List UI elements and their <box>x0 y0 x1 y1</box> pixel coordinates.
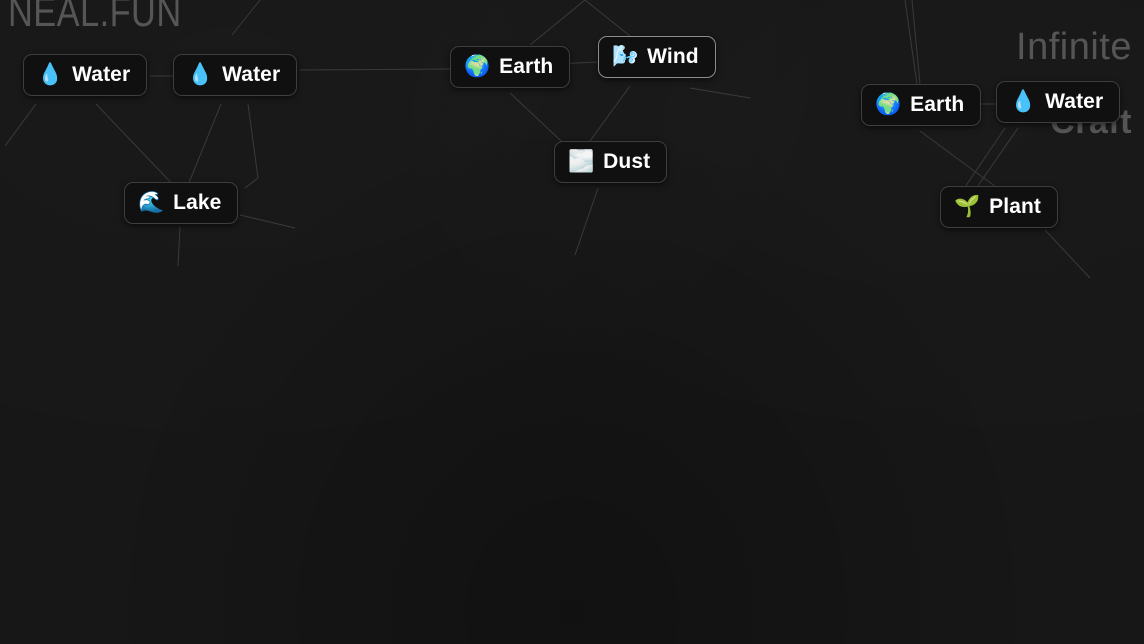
element-node-label: Lake <box>173 191 222 214</box>
seedling-icon: 🌱 <box>954 195 981 218</box>
globe-icon: 🌍 <box>464 55 491 78</box>
crafting-link <box>177 226 181 267</box>
element-node-water-2[interactable]: 💧 Water <box>173 54 298 96</box>
element-node-earth-1[interactable]: 🌍 Earth <box>450 46 571 88</box>
element-node-label: Earth <box>499 55 554 78</box>
element-node-label: Water <box>72 63 131 86</box>
element-node-water-3[interactable]: 💧 Water <box>996 81 1121 123</box>
crafting-link <box>4 103 37 147</box>
infinite-craft-canvas[interactable]: NEAL.FUN Infinite Craft 💧Water💧Water🌊Lak… <box>0 0 1144 644</box>
element-node-plant[interactable]: 🌱 Plant <box>940 186 1058 228</box>
wave-icon: 🌊 <box>138 191 165 214</box>
wind-face-icon: 🌬️ <box>612 45 639 68</box>
element-node-label: Plant <box>989 195 1041 218</box>
element-node-label: Water <box>1045 90 1104 113</box>
element-node-label: Earth <box>910 93 965 116</box>
crafting-link <box>919 130 1001 191</box>
crafting-link <box>574 187 599 256</box>
crafting-link <box>974 127 1019 191</box>
crafting-link <box>299 68 451 71</box>
fog-icon: 🌫️ <box>568 150 595 173</box>
crafting-link <box>1044 229 1091 279</box>
crafting-link <box>185 103 222 191</box>
element-node-water-1[interactable]: 💧 Water <box>23 54 148 96</box>
crafting-link <box>231 0 261 36</box>
element-node-lake[interactable]: 🌊 Lake <box>124 182 239 224</box>
crafting-link <box>95 103 179 191</box>
crafting-link <box>244 177 259 189</box>
crafting-link <box>239 214 296 229</box>
element-node-dust[interactable]: 🌫️ Dust <box>554 141 668 183</box>
crafting-link <box>962 127 1006 191</box>
water-droplet-icon: 💧 <box>1010 90 1037 113</box>
page-title-line-1: Infinite <box>1016 26 1132 68</box>
globe-icon: 🌍 <box>875 93 902 116</box>
crafting-link <box>689 87 751 99</box>
crafting-link <box>247 103 259 179</box>
crafting-link <box>911 0 921 85</box>
crafting-link <box>529 0 586 46</box>
element-node-wind[interactable]: 🌬️ Wind <box>598 36 716 78</box>
water-droplet-icon: 💧 <box>187 63 214 86</box>
crafting-link <box>589 85 631 142</box>
element-node-earth-2[interactable]: 🌍 Earth <box>861 84 982 126</box>
element-node-label: Dust <box>603 150 651 173</box>
element-node-label: Water <box>222 63 281 86</box>
element-node-label: Wind <box>647 45 699 68</box>
neal-fun-logo[interactable]: NEAL.FUN <box>8 0 182 36</box>
crafting-link <box>904 0 918 85</box>
water-droplet-icon: 💧 <box>37 63 64 86</box>
